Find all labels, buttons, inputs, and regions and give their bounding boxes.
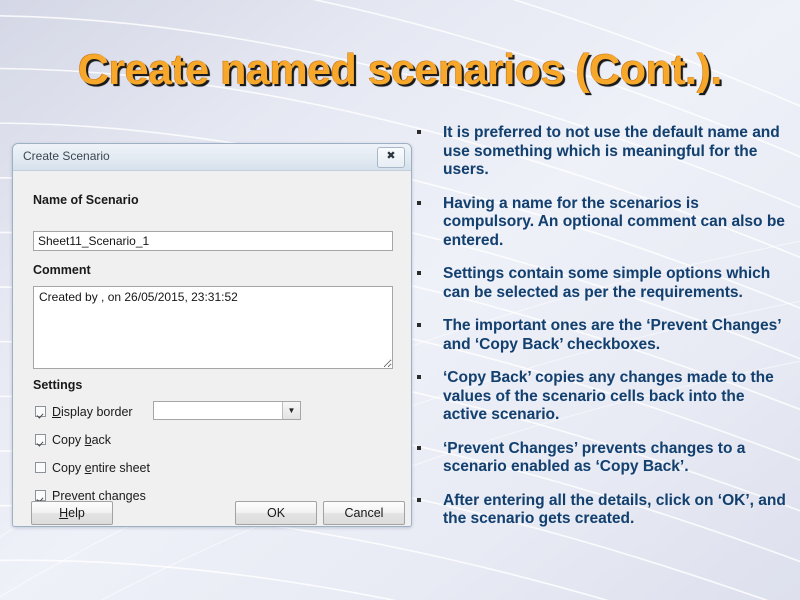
help-button-accesskey: H <box>59 506 69 520</box>
checkbox-label-post: ack <box>91 433 112 447</box>
help-button[interactable]: Help <box>31 501 113 525</box>
bullet-item: Having a name for the scenarios is compu… <box>410 195 788 251</box>
chevron-down-icon[interactable]: ▼ <box>282 402 300 419</box>
bullet-text: Having a name for the scenarios is compu… <box>443 194 785 249</box>
checkbox-label-post: isplay border <box>61 405 133 419</box>
comment-textarea[interactable] <box>33 286 393 369</box>
bullet-item: After entering all the details, click on… <box>410 492 788 529</box>
name-of-scenario-label: Name of Scenario <box>33 193 139 207</box>
bullet-marker-icon <box>417 200 421 205</box>
checkbox-box-icon[interactable] <box>35 462 46 473</box>
bullet-text: ‘Copy Back’ copies any changes made to t… <box>443 369 774 423</box>
dialog-body: Name of Scenario Comment Settings Displa… <box>13 171 411 526</box>
comment-label: Comment <box>33 263 91 277</box>
border-style-dropdown[interactable]: ▼ <box>153 401 301 420</box>
checkbox-label-post: ntire sheet <box>91 461 150 475</box>
slide-title: Create named scenarios (Cont.). <box>77 46 723 94</box>
dialog-title: Create Scenario <box>23 149 110 163</box>
bullet-item: ‘Copy Back’ copies any changes made to t… <box>410 369 788 425</box>
checkbox-label-accesskey: D <box>52 405 62 419</box>
bullet-text: It is preferred to not use the default n… <box>443 124 780 178</box>
checkbox-label-accesskey: e <box>84 461 92 475</box>
checkbox-box-icon[interactable] <box>35 434 46 445</box>
bullet-marker-icon <box>417 130 421 134</box>
bullet-item: Settings contain some simple options whi… <box>410 265 788 302</box>
bullet-list: It is preferred to not use the default n… <box>410 124 788 544</box>
create-scenario-dialog: Create Scenario ✖ Name of Scenario Comme… <box>12 143 412 527</box>
bullet-marker-icon <box>417 445 421 450</box>
checkbox-copy-back[interactable]: Copy back <box>35 432 111 448</box>
close-icon[interactable]: ✖ <box>377 147 405 168</box>
dialog-titlebar[interactable]: Create Scenario ✖ <box>13 144 411 171</box>
bullet-item: It is preferred to not use the default n… <box>410 124 788 180</box>
bullet-marker-icon <box>417 271 421 275</box>
help-button-label-post: elp <box>68 506 85 520</box>
settings-label: Settings <box>33 378 83 392</box>
bullet-marker-icon <box>417 323 421 327</box>
scenario-name-input[interactable] <box>33 231 393 251</box>
checkbox-label-pre: Copy <box>52 433 85 447</box>
checkbox-label-accesskey: b <box>84 433 92 447</box>
bullet-text: Settings contain some simple options whi… <box>443 265 771 301</box>
checkbox-display-border[interactable]: Display border <box>35 404 133 420</box>
bullet-text: The important ones are the ‘Prevent Chan… <box>443 317 781 353</box>
checkbox-box-icon[interactable] <box>35 406 46 417</box>
bullet-text: After entering all the details, click on… <box>443 491 786 528</box>
checkbox-box-icon[interactable] <box>35 490 46 501</box>
bullet-text: ‘Prevent Changes’ prevents changes to a … <box>443 439 746 476</box>
ok-button[interactable]: OK <box>235 501 317 525</box>
checkbox-copy-entire-sheet[interactable]: Copy entire sheet <box>35 460 150 476</box>
bullet-marker-icon <box>417 375 421 379</box>
bullet-marker-icon <box>417 497 421 502</box>
bullet-item: ‘Prevent Changes’ prevents changes to a … <box>410 440 788 477</box>
checkbox-label-pre: Copy <box>52 461 85 475</box>
bullet-item: The important ones are the ‘Prevent Chan… <box>410 317 788 354</box>
cancel-button[interactable]: Cancel <box>323 501 405 525</box>
slide-canvas: Create named scenarios (Cont.). It is pr… <box>0 0 800 600</box>
